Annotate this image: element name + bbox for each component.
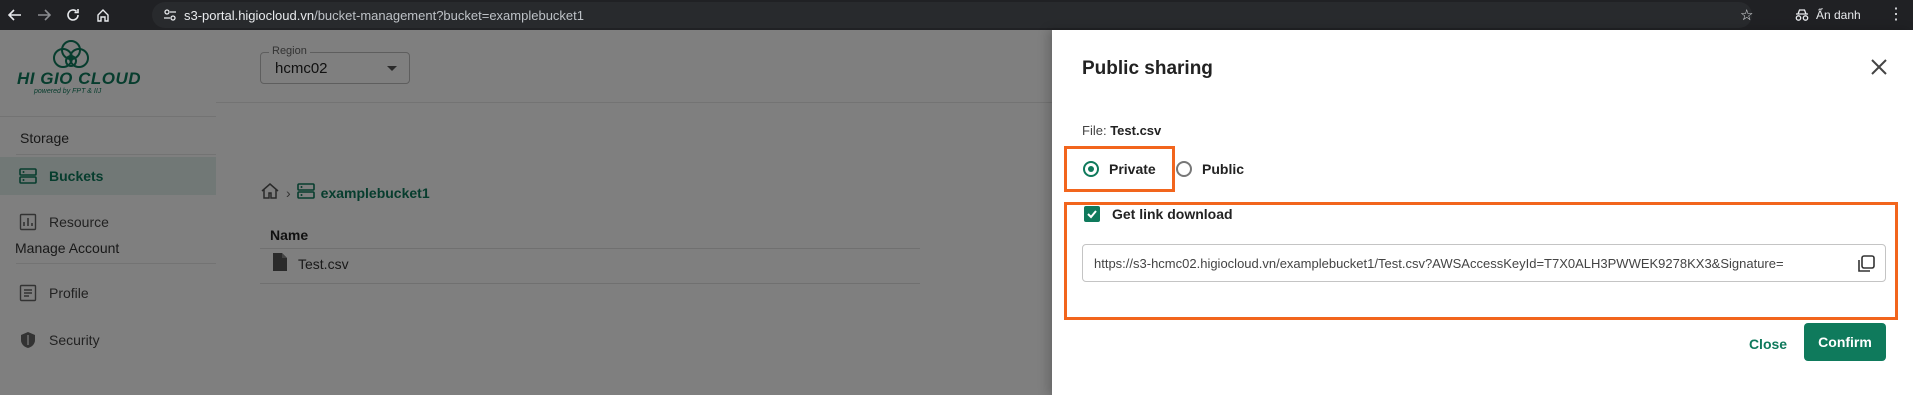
url-path: /bucket-management?bucket=examplebucket1 xyxy=(314,7,584,23)
close-button[interactable]: Close xyxy=(1738,326,1798,362)
address-bar[interactable]: s3-portal.higiocloud.vn/bucket-managemen… xyxy=(152,2,1752,28)
radio-selected-icon xyxy=(1083,161,1099,177)
reload-icon[interactable] xyxy=(58,0,88,30)
file-name: Test.csv xyxy=(1110,123,1162,138)
modal-backdrop[interactable] xyxy=(0,30,1052,395)
home-icon[interactable] xyxy=(88,0,118,30)
url-host: s3-portal.higiocloud.vn xyxy=(184,7,315,23)
public-sharing-drawer: Public sharing File: Test.csv Private Pu… xyxy=(1052,30,1913,395)
copy-icon[interactable] xyxy=(1855,253,1877,275)
download-link-text[interactable]: https://s3-hcmc02.higiocloud.vn/exampleb… xyxy=(1094,256,1839,271)
private-radio[interactable]: Private xyxy=(1083,161,1156,177)
get-link-label: Get link download xyxy=(1112,206,1233,222)
bookmark-star-icon[interactable]: ☆ xyxy=(1740,6,1753,24)
browser-toolbar: s3-portal.higiocloud.vn/bucket-managemen… xyxy=(0,0,1913,30)
incognito-label: Ẩn danh xyxy=(1816,8,1861,22)
back-icon[interactable] xyxy=(0,0,30,30)
file-info: File: Test.csv xyxy=(1082,123,1161,138)
close-icon[interactable] xyxy=(1869,57,1889,77)
forward-icon[interactable] xyxy=(29,0,59,30)
get-link-checkbox[interactable]: Get link download xyxy=(1084,206,1233,222)
file-prefix: File: xyxy=(1082,123,1107,138)
incognito-icon xyxy=(1795,9,1809,21)
incognito-profile-button[interactable]: Ẩn danh xyxy=(1784,3,1871,27)
checkbox-checked-icon xyxy=(1084,206,1100,222)
confirm-button[interactable]: Confirm xyxy=(1804,323,1886,361)
url-text: s3-portal.higiocloud.vn/bucket-managemen… xyxy=(184,8,584,23)
public-label: Public xyxy=(1202,161,1245,177)
download-link-field[interactable]: https://s3-hcmc02.higiocloud.vn/exampleb… xyxy=(1082,244,1886,282)
private-label: Private xyxy=(1109,161,1156,177)
radio-unselected-icon xyxy=(1176,161,1192,177)
browser-menu-icon[interactable]: ⋮ xyxy=(1888,4,1904,24)
dialog-title: Public sharing xyxy=(1082,58,1213,79)
site-info-icon[interactable] xyxy=(156,8,184,22)
public-radio[interactable]: Public xyxy=(1176,161,1244,177)
